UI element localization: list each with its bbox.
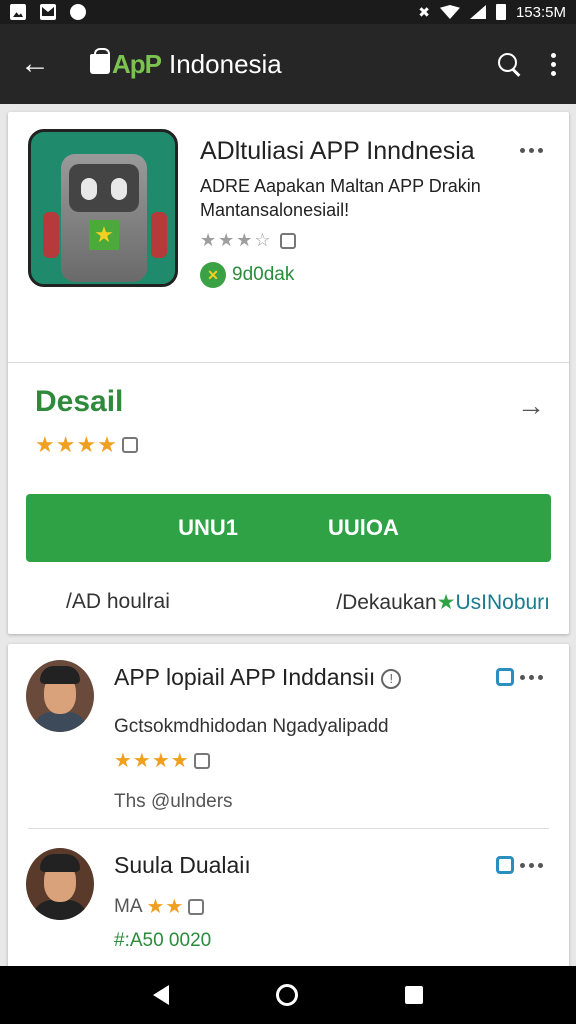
review-price: #:A50 0020 xyxy=(114,930,212,951)
divider xyxy=(28,828,549,829)
store-logo: ApP xyxy=(90,48,162,80)
verified-icon xyxy=(496,668,514,686)
status-bar: ✖ 153:5M xyxy=(0,0,576,24)
rating-prefix: MA xyxy=(114,895,143,917)
app-icon: ★ xyxy=(28,129,178,287)
content-rating-icon xyxy=(121,437,138,453)
robot-eye xyxy=(81,178,97,200)
search-icon[interactable] xyxy=(497,52,521,76)
rating-stars: ★★★★ xyxy=(35,432,118,457)
bottom-links: /AD houlrai /Dekaukan★UsINoburı xyxy=(8,590,569,615)
avatar xyxy=(26,660,94,732)
review-more-menu-icon[interactable] xyxy=(520,863,543,868)
app-details-card: ★ ADltuliasi APP Inndnesia ADRE Aapakan … xyxy=(8,112,569,634)
back-arrow-icon[interactable]: ← xyxy=(20,47,60,81)
shopping-bag-icon xyxy=(90,48,110,74)
app-bar-title: Indonesia xyxy=(169,48,282,79)
verified-icon xyxy=(496,856,514,874)
details-rating: ★★★★ xyxy=(35,432,138,458)
mail-notification-icon xyxy=(40,4,56,20)
install-label-left: UNU1 xyxy=(178,515,238,540)
gallery-notification-icon xyxy=(10,4,26,20)
content-rating-icon xyxy=(193,752,210,769)
review-title: APP lopiail APP Inddansiı! xyxy=(114,664,402,691)
description-line: Mantansalonesiail! xyxy=(200,200,350,220)
link-left[interactable]: /AD houlrai xyxy=(66,590,170,615)
star-icon: ★ xyxy=(436,591,456,614)
reviews-card: APP lopiail APP Inddansiı! Gctsokmdhidod… xyxy=(8,644,569,974)
info-icon[interactable]: ! xyxy=(381,668,402,689)
content-rating-icon xyxy=(279,233,296,250)
navigation-bar xyxy=(0,966,576,1024)
app-rating: ★★★☆ xyxy=(200,230,296,251)
arrow-right-icon[interactable]: → xyxy=(517,390,545,422)
avatar xyxy=(26,848,94,920)
install-label-right: UUlOA xyxy=(328,515,399,540)
app-more-menu-icon[interactable] xyxy=(520,148,543,153)
review-rating: MA ★★ xyxy=(114,894,205,919)
review-title: Suula Dualaiı xyxy=(114,852,251,878)
review-rating: ★★★★ xyxy=(114,748,210,773)
review-more-menu-icon[interactable] xyxy=(520,675,543,680)
developer-badge-icon: ✕ xyxy=(200,262,226,288)
nav-recents-icon[interactable] xyxy=(404,986,423,1004)
signal-icon xyxy=(469,5,486,19)
robot-arm-right xyxy=(151,212,167,258)
developer-row[interactable]: ✕ 9d0dak xyxy=(200,262,294,288)
install-button[interactable]: UNU1 UUlOA xyxy=(26,494,551,562)
developer-name[interactable]: 9d0dak xyxy=(232,264,294,286)
review-item: APP lopiail APP Inddansiı! Gctsokmdhidod… xyxy=(8,644,569,828)
status-time: 153:5M xyxy=(515,3,566,21)
app-bar: ← ApP Indonesia xyxy=(0,24,576,104)
robot-arm-left xyxy=(43,212,59,258)
robot-face xyxy=(69,164,139,212)
overflow-menu-icon[interactable] xyxy=(551,52,556,76)
review-footer: Ths @ulnders xyxy=(114,791,233,812)
wifi-icon xyxy=(439,5,460,19)
app-name: ADltuliasi APP Inndnesia xyxy=(200,137,475,165)
review-item: Suula Dualaiı MA ★★ #:A50 0020 xyxy=(8,830,569,974)
app-description: ADRE Aapakan Maltan APP Drakin Mantansal… xyxy=(200,174,520,222)
rating-stars: ★★★★ xyxy=(114,750,190,772)
rating-stars: ★★ xyxy=(146,896,185,918)
nav-home-icon[interactable] xyxy=(275,984,298,1006)
star-badge-icon: ★ xyxy=(89,220,119,250)
nav-back-icon[interactable] xyxy=(153,985,170,1005)
content-rating-icon xyxy=(188,898,205,915)
battery-icon xyxy=(495,4,506,20)
link-right[interactable]: /Dekaukan★UsINoburı xyxy=(336,590,550,615)
description-line: ADRE Aapakan Maltan APP Drakin xyxy=(200,176,481,196)
robot-eye xyxy=(111,178,127,200)
mute-icon: ✖ xyxy=(418,3,430,20)
app-notification-icon xyxy=(70,4,86,20)
details-title: Desail xyxy=(35,385,124,418)
robot-body: ★ xyxy=(61,154,147,282)
logo-text: ApP xyxy=(112,48,162,79)
review-text: Gctsokmdhidodan Ngadyalipadd xyxy=(114,716,389,737)
rating-stars: ★★★☆ xyxy=(200,230,273,250)
divider xyxy=(8,362,569,363)
